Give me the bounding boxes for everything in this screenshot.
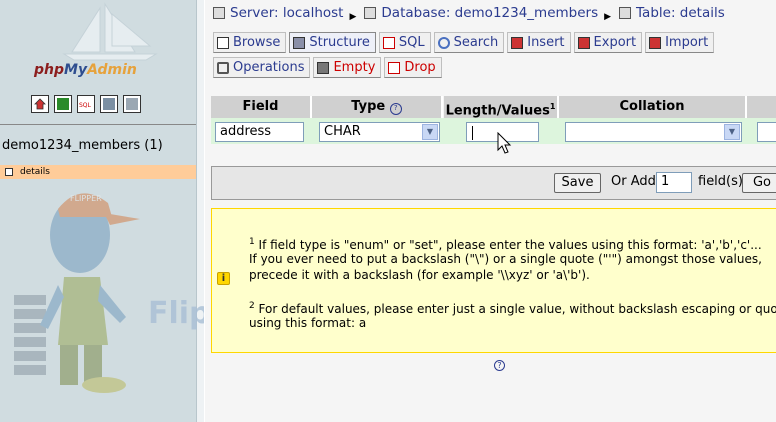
breadcrumb: Server: localhost ▶ Database: demo1234_mem… — [213, 5, 725, 23]
notice-text-1: If field type is "enum" or "set", please… — [254, 238, 762, 252]
sidebar-item-label: details — [20, 167, 50, 177]
attributes-select[interactable] — [757, 122, 776, 142]
tab-label: Operations — [233, 60, 305, 75]
frame-divider[interactable] — [196, 0, 204, 422]
sql-icon — [382, 36, 395, 49]
chevron-down-icon: ▼ — [724, 124, 740, 140]
tab-structure[interactable]: Structure — [289, 32, 376, 53]
type-select[interactable]: CHAR ▼ — [319, 122, 440, 142]
database-link[interactable]: demo1234_members (1) — [2, 138, 163, 153]
sidebar-item-details[interactable]: details — [0, 165, 196, 179]
or-add-label: Or Add — [611, 174, 656, 189]
collation-select[interactable]: ▼ — [565, 122, 742, 142]
logo-part-my: My — [64, 62, 88, 78]
column-header-more — [747, 96, 776, 118]
tab-label: Export — [593, 35, 637, 50]
info-icon: i — [217, 272, 230, 285]
drop-icon — [388, 61, 401, 74]
arrow-right-icon: ▶ — [604, 12, 612, 22]
trash-icon — [317, 61, 330, 74]
logo-part-admin: Admin — [87, 62, 137, 78]
notice-box: i 1 If field type is "enum" or "set", pl… — [211, 208, 776, 353]
column-header-field: Field — [211, 96, 312, 118]
left-icon-toolbar: SQL — [31, 95, 141, 113]
table-icon — [5, 168, 13, 176]
text-caret — [472, 126, 473, 140]
export-icon — [577, 36, 590, 49]
database-icon — [364, 7, 377, 19]
browse-icon — [217, 36, 229, 49]
notice-text-4: For default values, please enter just a … — [254, 302, 776, 316]
tab-label: Drop — [404, 60, 436, 75]
sql-icon[interactable]: SQL — [77, 95, 95, 113]
docs-icon[interactable] — [100, 95, 118, 113]
wrench-icon — [217, 61, 229, 74]
table-icon — [619, 7, 632, 19]
save-button[interactable]: Save — [554, 173, 601, 193]
import-icon — [649, 36, 662, 49]
tab-import[interactable]: Import — [645, 32, 715, 53]
help-icon[interactable]: ? — [389, 103, 402, 115]
fields-label: field(s) — [698, 174, 743, 189]
notice-line-2: If you ever need to put a backslash ("\"… — [249, 252, 762, 266]
logo-text[interactable]: phpMyAdmin — [34, 62, 137, 78]
main-frame: Server: localhost ▶ Database: demo1234_mem… — [205, 0, 776, 422]
go-button[interactable]: Go — [742, 173, 776, 193]
tab-label: Empty — [333, 60, 376, 75]
tab-browse[interactable]: Browse — [213, 32, 287, 53]
tab-label: Structure — [309, 35, 370, 50]
type-select-value: CHAR — [324, 124, 361, 139]
save-bar: Save Or Add 1 field(s) Go — [211, 166, 776, 200]
column-header-length: Length/Values1 — [444, 96, 559, 118]
doc-sql-icon[interactable] — [123, 95, 141, 113]
search-icon — [437, 36, 450, 49]
structure-icon — [293, 36, 306, 49]
tab-empty[interactable]: Empty — [313, 57, 382, 78]
watermark: FlipperHost — [148, 296, 204, 331]
tab-search[interactable]: Search — [433, 32, 505, 53]
server-icon — [213, 7, 225, 19]
column-header-length-label: Length/Values — [445, 103, 550, 119]
tab-row-2: Operations Empty Drop — [213, 57, 442, 78]
chevron-down-icon: ▼ — [422, 124, 438, 140]
tab-sql[interactable]: SQL — [378, 32, 431, 53]
tab-label: Search — [453, 35, 499, 50]
breadcrumb-table[interactable]: Table: details — [636, 5, 725, 21]
tab-drop[interactable]: Drop — [384, 57, 442, 78]
notice-line-3: precede it with a backslash (for example… — [249, 268, 590, 282]
help-icon[interactable]: ? — [494, 360, 505, 371]
tab-label: Browse — [233, 35, 281, 50]
notice-line-5: using this format: a — [249, 316, 367, 330]
navigation-frame: phpMyAdmin SQL demo1234_members (1) deta… — [0, 0, 204, 422]
tab-label: Import — [665, 35, 709, 50]
tab-label: SQL — [398, 35, 425, 50]
column-header-type-label: Type — [351, 99, 386, 114]
svg-text:SQL: SQL — [79, 102, 92, 109]
field-name-input[interactable]: address — [215, 122, 304, 142]
breadcrumb-database[interactable]: Database: demo1234_members — [381, 5, 598, 21]
tab-row-1: Browse Structure SQL Search Insert Expor… — [213, 32, 715, 53]
breadcrumb-server[interactable]: Server: localhost — [230, 5, 343, 21]
footnote-marker: 1 — [549, 102, 556, 111]
mouse-cursor-icon — [497, 132, 512, 154]
tab-insert[interactable]: Insert — [507, 32, 571, 53]
column-header-collation: Collation — [559, 96, 747, 118]
insert-icon — [511, 36, 524, 49]
column-header-type: Type ? — [312, 96, 443, 118]
divider — [0, 124, 196, 125]
query-window-icon[interactable] — [54, 95, 72, 113]
tab-operations[interactable]: Operations — [213, 57, 311, 78]
sailboat-logo-icon — [62, 2, 158, 61]
home-icon[interactable] — [31, 95, 49, 113]
tab-label: Insert — [527, 35, 565, 50]
tab-export[interactable]: Export — [573, 32, 643, 53]
logo-part-php: php — [34, 62, 65, 78]
svg-text:FLIPPER: FLIPPER — [70, 194, 102, 203]
logo[interactable]: phpMyAdmin — [0, 0, 196, 90]
arrow-right-icon: ▶ — [349, 12, 357, 22]
add-fields-count-input[interactable]: 1 — [656, 172, 692, 193]
